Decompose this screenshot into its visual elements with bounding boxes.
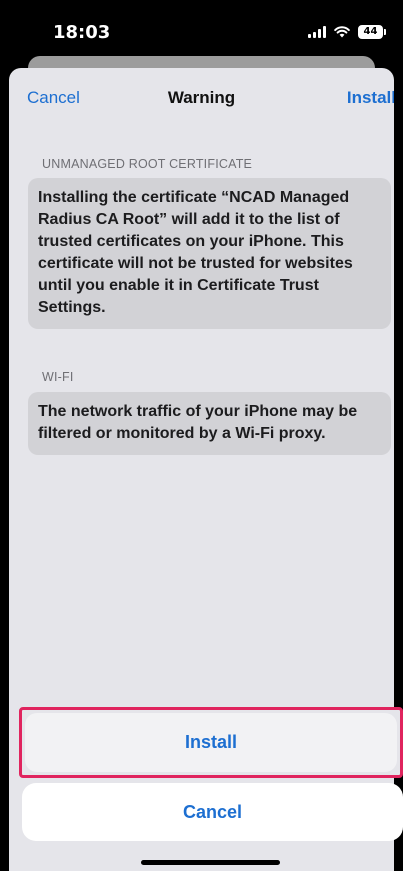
section-header-wifi: WI-FI (42, 370, 74, 384)
signal-icon (308, 26, 326, 38)
cancel-button[interactable]: Cancel (22, 783, 403, 841)
section-header-root-certificate: UNMANAGED ROOT CERTIFICATE (42, 157, 253, 171)
cancel-button-label: Cancel (182, 801, 243, 822)
home-indicator (141, 860, 280, 865)
status-icons: 44 (308, 25, 386, 39)
install-button[interactable]: Install (25, 713, 397, 772)
install-button-label: Install (184, 732, 237, 752)
status-time: 18:03 (53, 22, 111, 43)
root-certificate-warning-card: Installing the certificate “NCAD Managed… (28, 178, 391, 329)
nav-bar: Cancel Warning Install (9, 68, 394, 124)
battery-icon: 44 (358, 25, 386, 39)
wifi-icon (334, 26, 350, 38)
status-bar: 18:03 44 (0, 0, 403, 58)
nav-install-button[interactable]: Install (347, 88, 394, 108)
wifi-warning-text: The network traffic of your iPhone may b… (38, 403, 358, 442)
page-title: Warning (167, 88, 236, 107)
wifi-warning-card: The network traffic of your iPhone may b… (28, 392, 391, 455)
root-certificate-warning-text: Installing the certificate “NCAD Managed… (38, 189, 353, 316)
install-action-highlight: Install (19, 707, 403, 778)
